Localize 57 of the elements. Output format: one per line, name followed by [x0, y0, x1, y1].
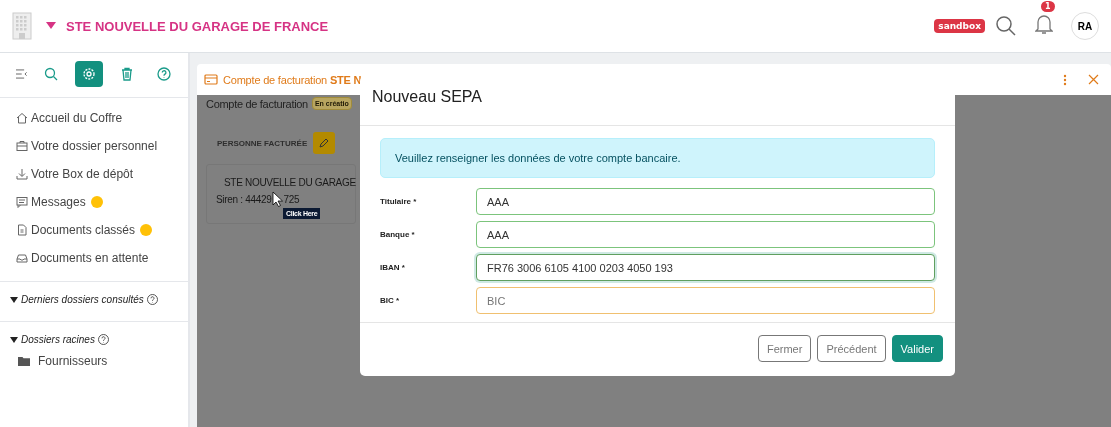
nav-link[interactable]: Votre Box de dépôt [31, 166, 134, 181]
collapse-menu-icon[interactable] [16, 68, 28, 80]
search-icon [44, 67, 59, 81]
mouse-cursor-icon [271, 191, 284, 207]
submit-button[interactable]: Valider [891, 335, 943, 362]
gear-icon [81, 67, 96, 81]
document-icon [16, 223, 28, 236]
field-label: Titulaire * [380, 197, 418, 206]
secondary-button[interactable]: Précédent [817, 335, 886, 362]
close-icon[interactable] [1088, 74, 1099, 85]
input-field[interactable]: AAA [476, 188, 935, 215]
field-label: IBAN * [380, 263, 406, 272]
secondary-button[interactable]: Fermer [757, 335, 812, 362]
help-icon [157, 67, 172, 81]
company-name: STE NOUVELLE DU GARAGE [223, 177, 355, 188]
nav-link[interactable]: Accueil du Coffre [31, 110, 123, 125]
caret-icon[interactable] [10, 336, 18, 343]
siren-number: Siren : 44429 [216, 193, 272, 205]
search-icon[interactable] [995, 15, 1017, 37]
folder-link[interactable]: Fournisseurs [38, 353, 108, 368]
info-alert: Veuillez renseigner les données de votre compte bancaire. [380, 138, 935, 178]
message-icon [16, 195, 28, 208]
input-field[interactable]: AAA [476, 221, 935, 248]
nav-link[interactable]: Documents en attente [31, 250, 149, 265]
input-field[interactable]: FR76 3006 6105 4100 0203 4050 193 [476, 254, 935, 281]
nav-link[interactable]: Documents classés [31, 222, 136, 237]
section-title[interactable]: Derniers dossiers consultés [21, 294, 144, 305]
bell-icon[interactable] [1035, 13, 1053, 35]
page-heading: Compte de facturation [206, 97, 308, 110]
edit-button[interactable] [313, 132, 336, 154]
company-name[interactable]: STE NOUVELLE DU GARAGE DE FRANCE [66, 18, 329, 34]
briefcase-icon [16, 139, 28, 152]
nav-link[interactable]: Votre dossier personnel [31, 138, 158, 153]
inbox-icon [16, 251, 28, 264]
home-icon [16, 111, 28, 124]
pencil-icon [319, 138, 330, 148]
environment-badge: sandbox [934, 19, 985, 33]
more-options-icon[interactable] [1063, 73, 1067, 86]
settings-tool-button[interactable] [75, 61, 103, 87]
notification-badge: 1 [1041, 1, 1055, 12]
field-label: BIC * [380, 296, 401, 305]
section-title[interactable]: Dossiers racines [21, 334, 95, 345]
folder-icon [18, 355, 30, 366]
nav-link[interactable]: Messages [31, 194, 86, 209]
siren-number: 725 [283, 193, 300, 205]
field-label: Banque * [380, 230, 416, 239]
section-label: PERSONNE FACTURÉE [217, 138, 308, 148]
help-icon[interactable] [146, 294, 158, 305]
user-avatar[interactable]: RA [1071, 12, 1099, 40]
input-field[interactable]: BIC [476, 287, 935, 314]
trash-icon [119, 67, 134, 81]
building-icon [12, 12, 32, 40]
help-icon[interactable] [97, 334, 109, 345]
modal-title: Nouveau SEPA [372, 88, 482, 105]
card-icon [204, 74, 218, 85]
download-icon [16, 167, 28, 180]
caret-icon[interactable] [10, 296, 18, 303]
